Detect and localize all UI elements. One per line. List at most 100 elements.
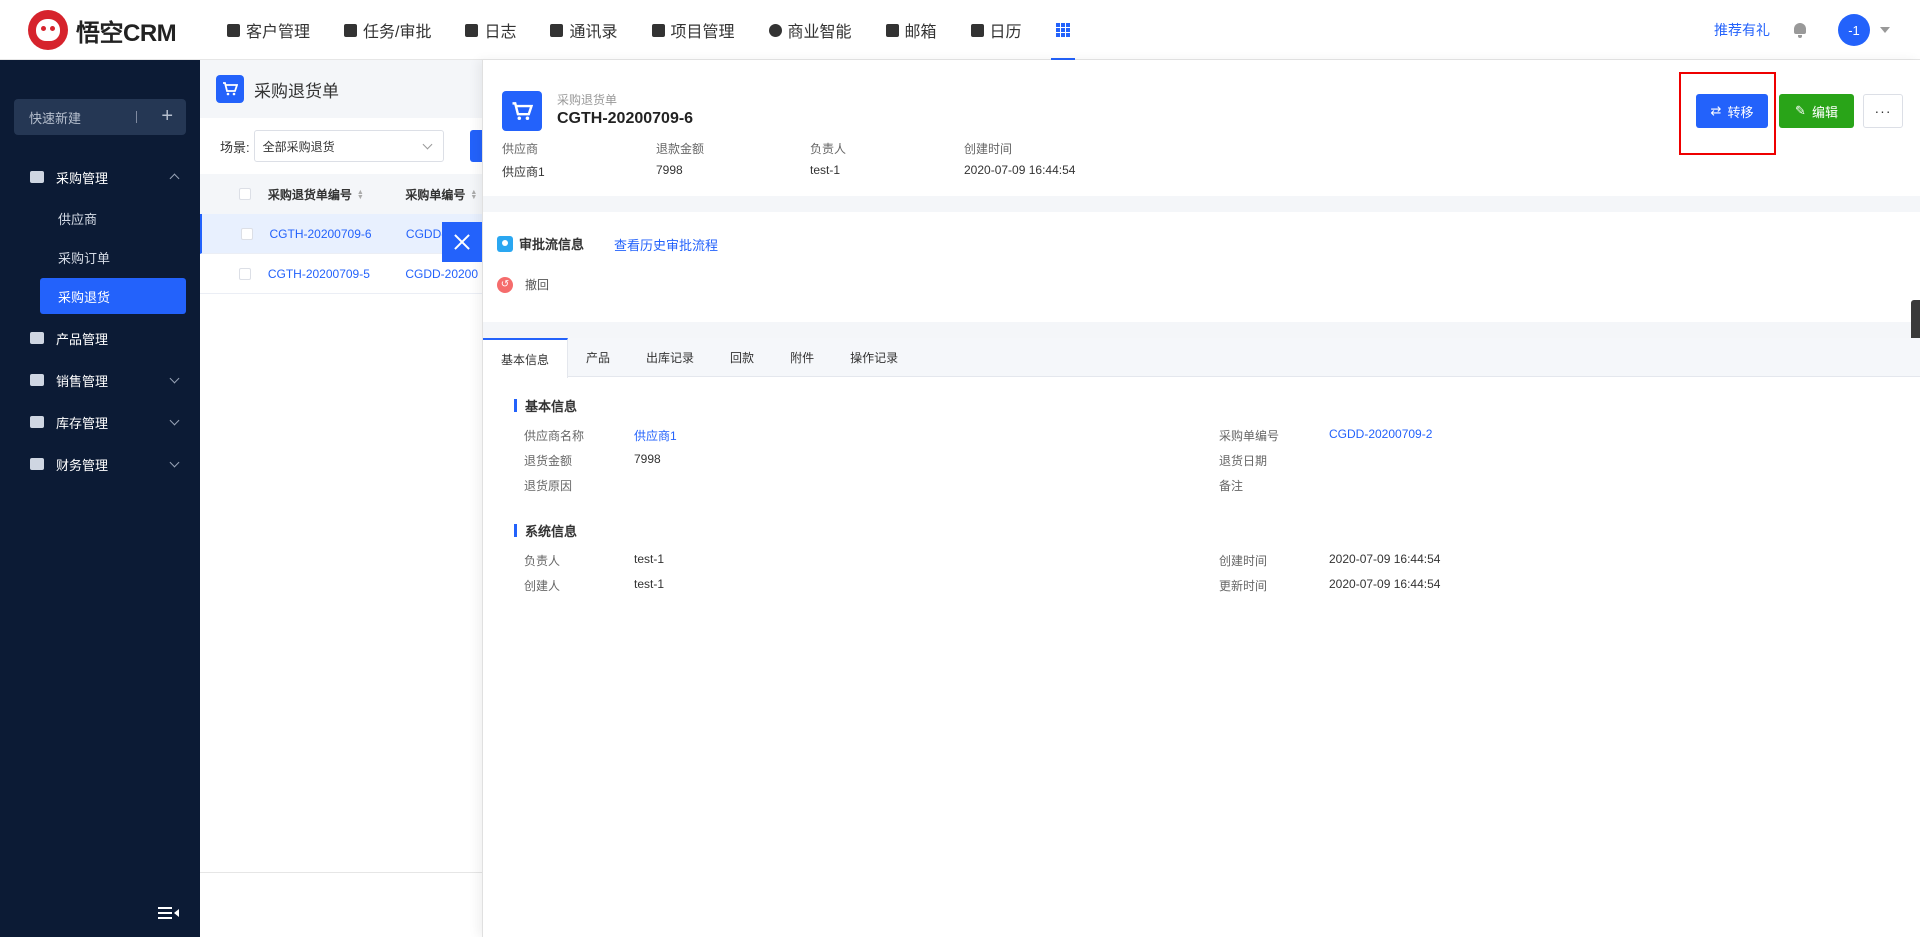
- sidebar-item-purchase-order[interactable]: 采购订单: [40, 239, 186, 275]
- row-checkbox[interactable]: [200, 267, 268, 280]
- transfer-button[interactable]: ⇄ 转移: [1696, 94, 1768, 128]
- tab-attachments[interactable]: 附件: [772, 338, 832, 377]
- record-code: CGTH-20200709-6: [557, 110, 694, 127]
- sidebar-group-label: 销售管理: [56, 373, 109, 389]
- briefcase-icon: [344, 23, 358, 37]
- nav-task[interactable]: 任务/审批: [327, 0, 448, 60]
- cart-icon: [502, 91, 542, 131]
- edit-icon: ✎: [1795, 103, 1806, 118]
- scene-label: 场景:: [220, 139, 250, 155]
- wallet-icon: [30, 458, 44, 470]
- nav-log[interactable]: 日志: [448, 0, 533, 60]
- tab-basic-info[interactable]: 基本信息: [483, 338, 569, 378]
- calendar-icon: [970, 23, 984, 37]
- header-field: 供应商 供应商1: [502, 140, 656, 180]
- tag-icon: [30, 374, 44, 386]
- supplier-link[interactable]: 供应商1: [634, 427, 677, 444]
- bell-icon[interactable]: [1792, 22, 1808, 38]
- field-label: 创建时间: [964, 142, 1013, 156]
- quick-new-button[interactable]: 快速新建 +: [14, 99, 186, 135]
- nav-label: 通讯录: [569, 24, 618, 41]
- nav-customer[interactable]: 客户管理: [210, 0, 327, 60]
- undo-status: ↺ 撤回: [497, 276, 549, 293]
- sidebar-group-label: 库存管理: [56, 415, 109, 431]
- column-header[interactable]: 采购退货单编号 ▲ ▼: [268, 186, 405, 203]
- nav-label: 商业智能: [787, 24, 852, 41]
- avatar[interactable]: -1: [1838, 14, 1870, 46]
- sort-icon[interactable]: ▲ ▼: [357, 189, 364, 201]
- approval-history-link[interactable]: 查看历史审批流程: [614, 235, 718, 254]
- detail-tabs: 基本信息 产品 出库记录 回款 附件 操作记录: [483, 338, 1920, 378]
- sidebar-group-product[interactable]: 产品管理: [0, 317, 200, 359]
- user-icon: [497, 235, 513, 252]
- nav-mail[interactable]: 邮箱: [869, 0, 954, 60]
- sidebar-group-label: 产品管理: [56, 331, 109, 347]
- select-all-checkbox[interactable]: [200, 188, 268, 200]
- scene-select[interactable]: 全部采购退货: [253, 130, 444, 162]
- nav-bi[interactable]: 商业智能: [752, 0, 869, 60]
- info-label: 负责人: [524, 554, 561, 568]
- main-nav: 客户管理 任务/审批 日志 通讯录 项目管理 商业智能 邮箱 日历: [210, 0, 1087, 60]
- approval-title: 审批流信息: [497, 234, 584, 253]
- section-title-basic: 基本信息: [514, 396, 577, 415]
- nav-apps-grid[interactable]: [1039, 0, 1087, 60]
- tab-payment[interactable]: 回款: [712, 338, 772, 377]
- sidebar-item-supplier[interactable]: 供应商: [40, 200, 186, 236]
- detail-header: 采购退货单 CGTH-20200709-6 供应商 供应商1 退款金额 7998 负…: [483, 60, 1920, 196]
- nav-project[interactable]: 项目管理: [635, 0, 752, 60]
- section-title-system: 系统信息: [514, 521, 577, 540]
- field-label: 退款金额: [656, 142, 705, 156]
- chevron-down-icon: [169, 457, 180, 468]
- info-label: 创建人: [524, 579, 561, 593]
- more-button[interactable]: ···: [1863, 94, 1903, 128]
- tab-outbound[interactable]: 出库记录: [628, 338, 712, 377]
- close-detail-button[interactable]: [442, 222, 482, 262]
- plus-icon[interactable]: +: [161, 105, 173, 127]
- tab-operation-log[interactable]: 操作记录: [832, 338, 916, 377]
- cart-icon: [30, 171, 44, 183]
- column-header[interactable]: 采购单编号 ▲ ▼: [405, 186, 485, 203]
- return-code-link[interactable]: CGTH-20200709-6: [269, 227, 405, 241]
- undo-label: 撤回: [525, 278, 550, 292]
- sidebar-group-inventory[interactable]: 库存管理: [0, 401, 200, 443]
- sidebar-group-purchase[interactable]: 采购管理: [0, 156, 200, 198]
- order-code-link[interactable]: CGDD-20200: [405, 267, 485, 281]
- scene-value: 全部采购退货: [262, 139, 335, 154]
- quick-new-label: 快速新建: [29, 110, 82, 126]
- cart-icon: [216, 75, 244, 103]
- sidebar-menu: 采购管理 供应商 采购订单 采购退货 产品管理 销售管理 库存管理 财务管理: [0, 156, 200, 485]
- header-fields: 供应商 供应商1 退款金额 7998 负责人 test-1 创建时间 2020-07-0…: [502, 140, 1118, 180]
- sidebar: 快速新建 + 采购管理 供应商 采购订单 采购退货 产品管理 销售管理 库存管理…: [0, 60, 200, 937]
- recommend-link[interactable]: 推荐有礼: [1714, 20, 1770, 40]
- collapse-sidebar-icon[interactable]: [158, 907, 180, 921]
- field-value: test-1: [810, 163, 841, 177]
- box-icon: [30, 332, 44, 344]
- divider: [200, 872, 485, 873]
- nav-label: 日志: [484, 24, 517, 41]
- detail-panel: 采购退货单 CGTH-20200709-6 供应商 供应商1 退款金额 7998 负…: [482, 60, 1920, 937]
- nav-contacts[interactable]: 通讯录: [533, 0, 634, 60]
- logo[interactable]: 悟空CRM: [28, 10, 177, 50]
- sidebar-group-finance[interactable]: 财务管理: [0, 443, 200, 485]
- nav-calendar[interactable]: 日历: [954, 0, 1039, 60]
- row-checkbox[interactable]: [202, 227, 269, 240]
- sidebar-item-purchase-return[interactable]: 采购退货: [40, 278, 186, 314]
- edit-button[interactable]: ✎ 编辑: [1779, 94, 1854, 128]
- sidebar-group-sales[interactable]: 销售管理: [0, 359, 200, 401]
- sort-icon[interactable]: ▲ ▼: [470, 189, 477, 201]
- chevron-down-icon[interactable]: [1880, 27, 1890, 33]
- field-value: 7998: [656, 163, 683, 177]
- table-header: 采购退货单编号 ▲ ▼ 采购单编号 ▲ ▼: [200, 174, 485, 214]
- purchase-order-link[interactable]: CGDD-20200709-2: [1329, 427, 1432, 441]
- header-field: 负责人 test-1: [810, 140, 964, 180]
- bi-icon: [768, 23, 782, 37]
- record-type: 采购退货单: [557, 93, 618, 107]
- divider: [136, 111, 137, 123]
- page-title: 采购退货单: [254, 81, 339, 101]
- column-header-label: 采购退货单编号: [267, 187, 352, 202]
- scene-filter: 场景: 全部采购退货: [200, 118, 485, 174]
- info-label: 采购单编号: [1219, 429, 1280, 443]
- warehouse-icon: [30, 416, 44, 428]
- tab-product[interactable]: 产品: [568, 338, 628, 377]
- return-code-link[interactable]: CGTH-20200709-5: [268, 267, 405, 281]
